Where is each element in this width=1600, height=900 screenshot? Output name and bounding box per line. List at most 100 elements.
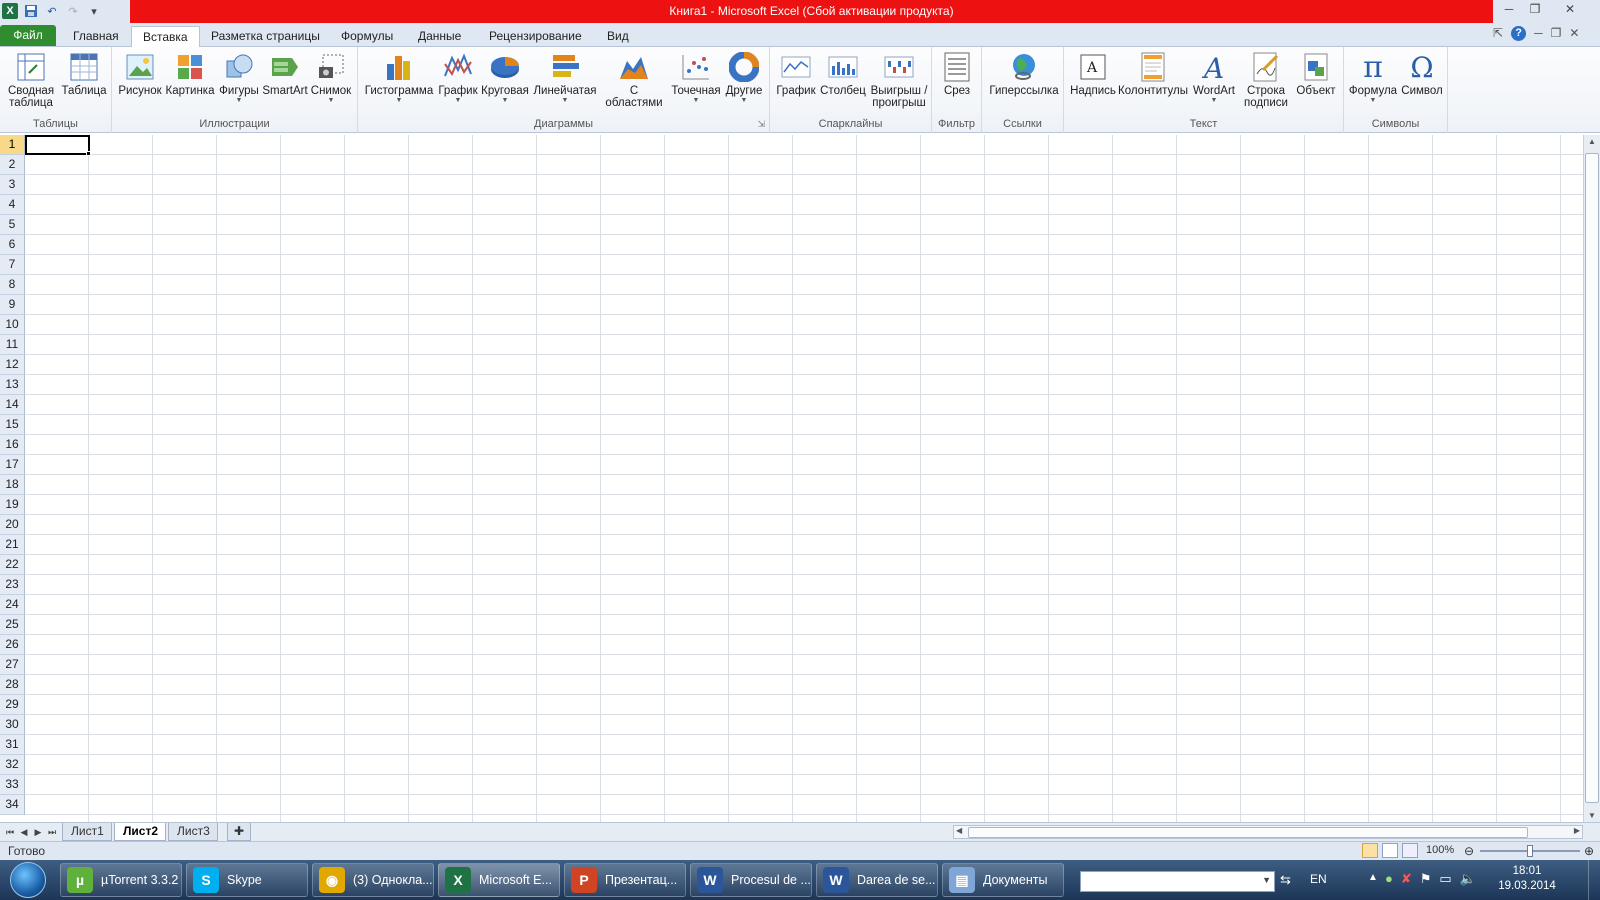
row-header[interactable]: 20 bbox=[0, 515, 25, 535]
help-icon[interactable]: ? bbox=[1511, 26, 1527, 41]
row-header[interactable]: 8 bbox=[0, 275, 25, 295]
zoom-slider-thumb[interactable] bbox=[1527, 845, 1533, 857]
start-button[interactable] bbox=[10, 862, 46, 898]
tab-file[interactable]: Файл bbox=[0, 25, 56, 46]
horizontal-scroll-thumb[interactable] bbox=[968, 827, 1528, 838]
zoom-out-icon[interactable]: ⊖ bbox=[1464, 844, 1474, 858]
tab-page-layout[interactable]: Разметка страницы bbox=[200, 26, 331, 47]
tab-formulas[interactable]: Формулы bbox=[330, 26, 404, 47]
taskbar-button[interactable]: P Презентац... bbox=[564, 863, 686, 897]
tray-app-icon[interactable]: ● bbox=[1385, 871, 1393, 887]
pivot-table-button[interactable]: Сводная таблица bbox=[6, 49, 56, 109]
sheet-tab[interactable]: Лист3 bbox=[168, 823, 218, 841]
last-sheet-icon[interactable]: ⏭ bbox=[46, 824, 58, 840]
zoom-level[interactable]: 100% bbox=[1426, 844, 1454, 856]
taskbar-button[interactable]: X Microsoft E... bbox=[438, 863, 560, 897]
row-header[interactable]: 18 bbox=[0, 475, 25, 495]
zoom-in-icon[interactable]: ⊕ bbox=[1584, 844, 1594, 858]
volume-icon[interactable]: 🔈 bbox=[1460, 871, 1476, 887]
row-header[interactable]: 17 bbox=[0, 455, 25, 475]
row-header[interactable]: 24 bbox=[0, 595, 25, 615]
symbol-button[interactable]: Ω Символ bbox=[1398, 49, 1446, 98]
sparkline-winloss-button[interactable]: Выигрыш / проигрыш bbox=[868, 49, 930, 109]
row-header[interactable]: 2 bbox=[0, 155, 25, 175]
textbox-button[interactable]: A Надпись bbox=[1068, 49, 1118, 97]
scroll-right-icon[interactable]: ▶ bbox=[1574, 826, 1580, 835]
show-hidden-icons-icon[interactable]: ▲ bbox=[1368, 872, 1378, 883]
fill-handle[interactable] bbox=[86, 151, 91, 156]
row-header[interactable]: 30 bbox=[0, 715, 25, 735]
row-header[interactable]: 27 bbox=[0, 655, 25, 675]
sparkline-column-button[interactable]: Столбец bbox=[818, 49, 868, 97]
sheet-tab[interactable]: Лист2 bbox=[114, 823, 166, 841]
taskbar-button[interactable]: W Procesul de ... bbox=[690, 863, 812, 897]
equation-button[interactable]: π Формула ▼ bbox=[1348, 49, 1398, 105]
vertical-scroll-thumb[interactable] bbox=[1585, 153, 1599, 803]
charts-dialog-launcher-icon[interactable]: ⇲ bbox=[757, 119, 765, 130]
scroll-left-icon[interactable]: ◀ bbox=[956, 826, 962, 835]
scroll-down-icon[interactable]: ▼ bbox=[1588, 811, 1596, 820]
address-go-icon[interactable]: ⇆ bbox=[1280, 872, 1298, 890]
table-button[interactable]: Таблица bbox=[60, 49, 108, 97]
row-header[interactable]: 32 bbox=[0, 755, 25, 775]
taskbar-button[interactable]: ▤ Документы bbox=[942, 863, 1064, 897]
tab-review[interactable]: Рецензирование bbox=[478, 26, 593, 47]
next-sheet-icon[interactable]: ▶ bbox=[32, 824, 44, 840]
tab-home[interactable]: Главная bbox=[62, 26, 130, 47]
wordart-button[interactable]: A WordArt ▼ bbox=[1188, 49, 1240, 105]
workbook-close-icon[interactable]: ✕ bbox=[1569, 26, 1579, 41]
row-header[interactable]: 25 bbox=[0, 615, 25, 635]
restore-icon[interactable]: ❐ bbox=[1522, 0, 1548, 18]
row-header[interactable]: 16 bbox=[0, 435, 25, 455]
row-header[interactable]: 3 bbox=[0, 175, 25, 195]
pie-chart-button[interactable]: Круговая ▼ bbox=[480, 49, 530, 105]
row-header[interactable]: 23 bbox=[0, 575, 25, 595]
tab-data[interactable]: Данные bbox=[407, 26, 472, 47]
redo-icon[interactable]: ↷ bbox=[65, 3, 81, 19]
undo-icon[interactable]: ↶ bbox=[44, 3, 60, 19]
tab-view[interactable]: Вид bbox=[596, 26, 640, 47]
row-header[interactable]: 29 bbox=[0, 695, 25, 715]
bar-chart-button[interactable]: Линейчатая ▼ bbox=[532, 49, 598, 105]
taskbar-clock[interactable]: 18:01 19.03.2014 bbox=[1492, 864, 1562, 894]
vertical-scrollbar[interactable]: ▲ ▼ bbox=[1583, 135, 1600, 822]
cell-area[interactable] bbox=[25, 135, 1583, 822]
taskbar-button[interactable]: S Skype bbox=[186, 863, 308, 897]
signature-line-button[interactable]: Строка подписи bbox=[1240, 49, 1292, 109]
row-header[interactable]: 10 bbox=[0, 315, 25, 335]
other-charts-button[interactable]: Другие ▼ bbox=[722, 49, 766, 105]
page-break-view-icon[interactable] bbox=[1402, 843, 1418, 858]
area-chart-button[interactable]: С областями bbox=[600, 49, 668, 109]
row-header[interactable]: 14 bbox=[0, 395, 25, 415]
close-icon[interactable]: ✕ bbox=[1548, 0, 1592, 18]
prev-sheet-icon[interactable]: ◀ bbox=[18, 824, 30, 840]
hyperlink-button[interactable]: Гиперссылка bbox=[988, 49, 1060, 97]
scatter-chart-button[interactable]: Точечная ▼ bbox=[668, 49, 724, 105]
row-header[interactable]: 1 bbox=[0, 135, 25, 155]
tab-insert[interactable]: Вставка bbox=[131, 26, 200, 47]
row-header[interactable]: 33 bbox=[0, 775, 25, 795]
taskbar-button[interactable]: µ µTorrent 3.3.2 bbox=[60, 863, 182, 897]
save-icon[interactable] bbox=[23, 3, 39, 19]
workbook-minimize-icon[interactable]: ─ bbox=[1534, 26, 1543, 41]
workbook-restore-icon[interactable]: ❐ bbox=[1551, 26, 1562, 41]
row-header[interactable]: 26 bbox=[0, 635, 25, 655]
object-button[interactable]: Объект bbox=[1292, 49, 1340, 97]
row-header[interactable]: 15 bbox=[0, 415, 25, 435]
row-header[interactable]: 7 bbox=[0, 255, 25, 275]
sparkline-line-button[interactable]: График bbox=[774, 49, 818, 97]
active-cell-a1[interactable] bbox=[25, 135, 90, 155]
clipart-button[interactable]: Картинка bbox=[164, 49, 216, 97]
row-header[interactable]: 31 bbox=[0, 735, 25, 755]
page-layout-view-icon[interactable] bbox=[1382, 843, 1398, 858]
customize-qat-icon[interactable]: ▾ bbox=[86, 3, 102, 19]
shapes-button[interactable]: Фигуры ▼ bbox=[216, 49, 262, 105]
row-header[interactable]: 22 bbox=[0, 555, 25, 575]
language-indicator[interactable]: EN bbox=[1310, 872, 1327, 886]
normal-view-icon[interactable] bbox=[1362, 843, 1378, 858]
taskbar-button[interactable]: W Darea de se... bbox=[816, 863, 938, 897]
address-dropdown-icon[interactable]: ▼ bbox=[1262, 875, 1271, 885]
row-header[interactable]: 4 bbox=[0, 195, 25, 215]
taskbar-address-input[interactable]: ▼ bbox=[1080, 871, 1275, 892]
row-header[interactable]: 6 bbox=[0, 235, 25, 255]
